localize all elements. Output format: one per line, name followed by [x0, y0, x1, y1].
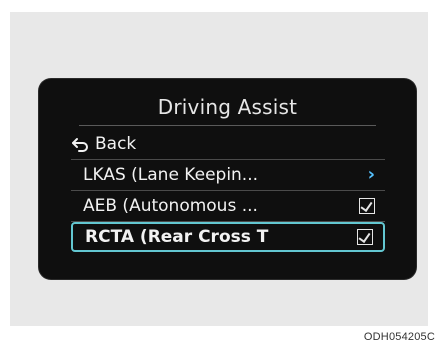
menu-title: Driving Assist: [157, 95, 298, 119]
menu-item-rcta[interactable]: RCTA (Rear Cross T: [71, 222, 385, 252]
chevron-right-icon: ›: [367, 164, 375, 185]
menu-item-label: LKAS (Lane Keepin...: [83, 165, 259, 185]
menu-item-lkas[interactable]: LKAS (Lane Keepin... ›: [71, 160, 385, 190]
figure-code: ODH054205C: [363, 331, 435, 343]
checkbox-checked-icon[interactable]: [359, 198, 375, 214]
back-label: Back: [95, 134, 137, 154]
checkbox-checked-icon[interactable]: [357, 229, 373, 245]
menu-item-label: RCTA (Rear Cross T: [85, 227, 269, 247]
menu-item-aeb[interactable]: AEB (Autonomous ...: [71, 191, 385, 221]
back-arrow-icon: [71, 136, 89, 152]
title-divider: [79, 125, 376, 126]
back-item[interactable]: Back: [71, 129, 385, 159]
menu-item-label: AEB (Autonomous ...: [83, 196, 258, 216]
cluster-display: Driving Assist Back LKAS (Lane Keepin...…: [39, 79, 416, 279]
